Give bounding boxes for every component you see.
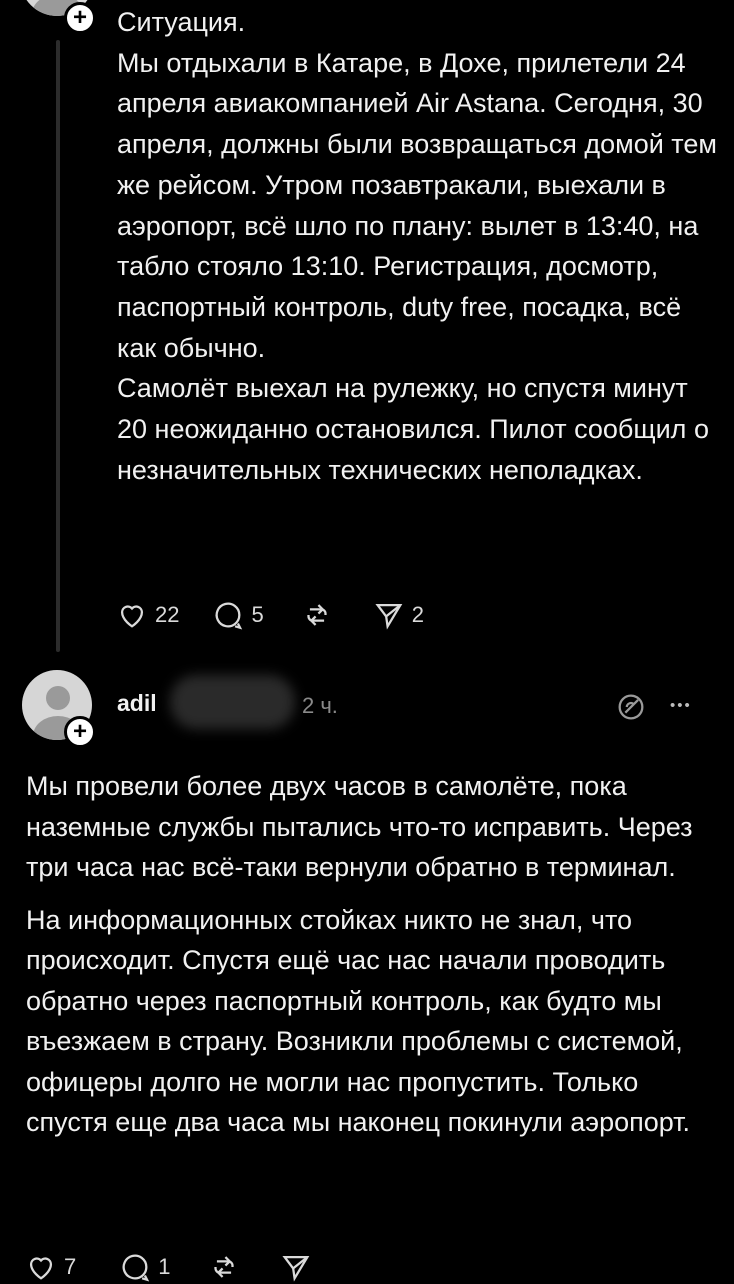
repost-icon	[307, 604, 327, 626]
comment-count: 1	[158, 1254, 171, 1279]
comment-count: 5	[251, 602, 264, 627]
reply-paragraph: На информационных стойках никто не знал,…	[26, 904, 691, 1138]
post-text: Ситуация. Мы отдыхали в Катаре, в Дохе, …	[117, 2, 717, 490]
post-actions: 22 5 2	[115, 598, 424, 632]
reply-time: 2 ч.	[302, 693, 338, 718]
like-button[interactable]: 22	[115, 598, 179, 632]
reply-username[interactable]: adil	[117, 690, 157, 717]
heart-icon	[29, 1257, 53, 1280]
post-paragraph: Ситуация. Мы отдыхали в Катаре, в Дохе, …	[117, 7, 717, 363]
comment-icon	[216, 602, 243, 630]
follow-plus-icon[interactable]: +	[64, 2, 96, 34]
heart-icon	[120, 605, 144, 628]
send-icon	[281, 1255, 309, 1282]
more-options-icon[interactable]: •••	[670, 697, 692, 714]
share-button[interactable]	[279, 1250, 313, 1284]
like-count: 7	[64, 1254, 77, 1279]
share-button[interactable]: 2	[372, 598, 424, 632]
comment-button[interactable]: 5	[211, 598, 264, 632]
comment-icon	[122, 1254, 150, 1282]
share-count: 2	[411, 602, 424, 627]
comment-button[interactable]: 1	[118, 1250, 171, 1284]
reply-actions: 7 1	[24, 1250, 313, 1284]
post-paragraph: Самолёт выехал на рулежку, но спустя мин…	[117, 373, 709, 485]
send-icon	[375, 603, 403, 630]
thread-line	[56, 40, 60, 652]
translate-icon[interactable]	[614, 690, 648, 724]
repost-button[interactable]	[300, 598, 334, 632]
like-button[interactable]: 7	[24, 1250, 76, 1284]
follow-plus-icon[interactable]: +	[64, 716, 96, 748]
reply-text: Мы провели более двух часов в самолёте, …	[26, 766, 716, 1155]
like-count: 22	[155, 602, 180, 627]
redacted-username	[170, 675, 295, 729]
reply-paragraph: Мы провели более двух часов в самолёте, …	[26, 771, 693, 882]
repost-icon	[213, 1256, 234, 1278]
repost-button[interactable]	[207, 1250, 241, 1284]
